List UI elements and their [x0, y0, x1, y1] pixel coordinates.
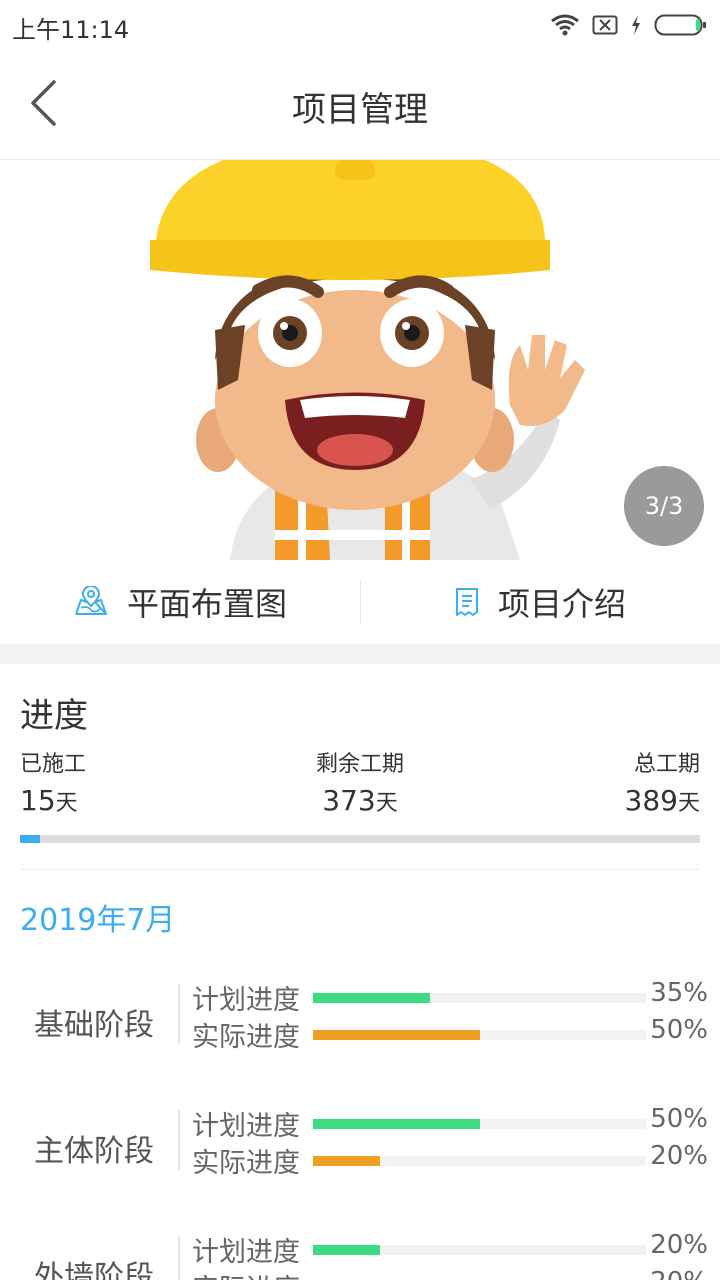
phase-main-structure: 主体阶段 计划进度 50% 实际进度 20%: [0, 1104, 720, 1184]
divider: [20, 869, 700, 870]
nav-bar: 项目管理: [0, 50, 720, 160]
floor-plan-link[interactable]: 平面布置图: [0, 560, 360, 644]
planned-progress-label: 计划进度: [192, 985, 300, 1016]
total-days-unit: 天: [677, 791, 700, 816]
overall-progress-bar: [20, 835, 700, 843]
phase-name: 主体阶段: [34, 1134, 154, 1169]
page-title: 项目管理: [292, 90, 428, 130]
floor-plan-label: 平面布置图: [126, 585, 287, 623]
phase-exterior-wall: 外墙阶段 计划进度 20% 实际进度 20%: [0, 1230, 720, 1280]
planned-progress-track: [313, 1119, 646, 1129]
construction-worker-illustration: [150, 160, 585, 560]
charging-icon: [630, 14, 642, 36]
actual-progress-row: 实际进度 50%: [192, 1015, 712, 1053]
phase-separator: [178, 984, 180, 1044]
status-time: 上午11:14: [12, 16, 130, 44]
planned-progress-label: 计划进度: [192, 1111, 300, 1142]
project-intro-link[interactable]: 项目介绍: [360, 560, 720, 644]
project-intro-label: 项目介绍: [497, 585, 626, 623]
actual-progress-label: 实际进度: [192, 1267, 300, 1280]
remaining-days-label: 剩余工期: [315, 752, 404, 777]
planned-progress-percent: 20%: [650, 1230, 708, 1260]
phase-separator: [178, 1236, 180, 1280]
actual-progress-label: 实际进度: [192, 1022, 300, 1053]
status-bar: 上午11:14: [0, 0, 720, 50]
remaining-days-unit: 天: [375, 791, 398, 816]
phase-separator: [178, 1110, 180, 1170]
quick-links: 平面布置图 项目介绍: [0, 560, 720, 644]
planned-progress-fill: [313, 1119, 480, 1129]
actual-progress-row: 实际进度 20%: [192, 1267, 712, 1280]
total-days-stat: 总工期 389天: [625, 746, 700, 817]
planned-progress-label: 计划进度: [192, 1237, 300, 1268]
section-divider: [0, 644, 720, 664]
map-pin-icon: [73, 586, 109, 618]
remaining-days-value: 373: [322, 784, 376, 817]
page-indicator: 3/3: [624, 466, 704, 546]
actual-progress-row: 实际进度 20%: [192, 1141, 712, 1179]
progress-stats: 已施工 15天 剩余工期 373天 总工期 389天: [20, 746, 700, 818]
battery-icon: [654, 13, 708, 37]
status-icons: [550, 12, 708, 38]
total-days-value: 389: [624, 784, 678, 817]
month-label[interactable]: 2019年7月: [20, 895, 175, 939]
planned-progress-percent: 50%: [650, 1104, 708, 1134]
planned-progress-percent: 35%: [650, 978, 708, 1008]
actual-progress-percent: 50%: [650, 1015, 708, 1045]
planned-progress-row: 计划进度 50%: [192, 1104, 712, 1142]
phase-foundation: 基础阶段 计划进度 35% 实际进度 50%: [0, 978, 720, 1058]
actual-progress-percent: 20%: [650, 1267, 708, 1280]
actual-progress-label: 实际进度: [192, 1148, 300, 1179]
actual-progress-track: [313, 1030, 646, 1040]
overall-progress-fill: [20, 835, 41, 843]
actual-progress-fill: [313, 1156, 380, 1166]
planned-progress-track: [313, 1245, 646, 1255]
planned-progress-fill: [313, 1245, 380, 1255]
planned-progress-row: 计划进度 35%: [192, 978, 712, 1016]
planned-progress-row: 计划进度 20%: [192, 1230, 712, 1268]
planned-progress-track: [313, 993, 646, 1003]
document-icon: [454, 586, 480, 618]
phase-name: 外墙阶段: [34, 1260, 154, 1280]
sim-none-icon: [592, 14, 618, 36]
phase-name: 基础阶段: [34, 1008, 154, 1043]
total-days-label: 总工期: [633, 752, 700, 777]
actual-progress-percent: 20%: [650, 1141, 708, 1171]
progress-title: 进度: [20, 696, 88, 736]
actual-progress-track: [313, 1156, 646, 1166]
planned-progress-fill: [313, 993, 430, 1003]
remaining-days-stat: 剩余工期 373天: [20, 746, 700, 817]
actual-progress-fill: [313, 1030, 480, 1040]
wifi-icon: [550, 13, 580, 37]
banner-carousel[interactable]: 3/3: [0, 160, 720, 560]
